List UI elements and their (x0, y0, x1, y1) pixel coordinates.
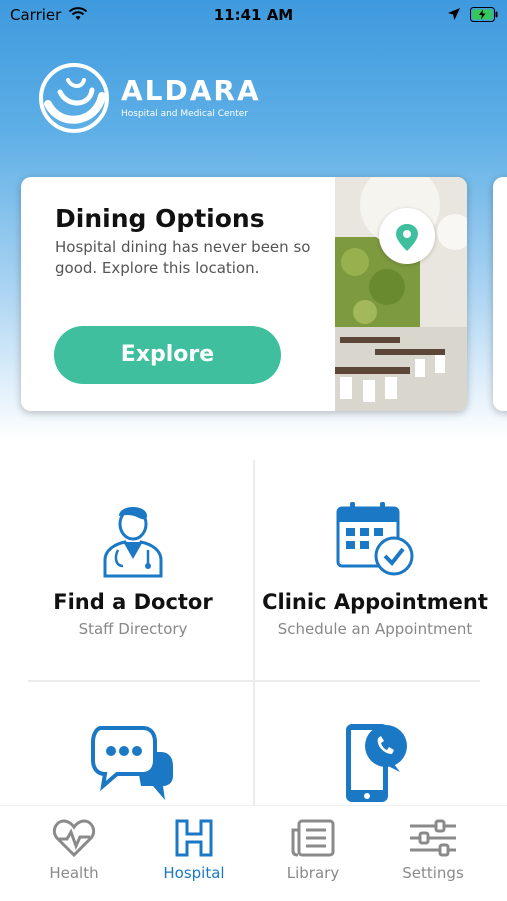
tile-title: Clinic Appointment (262, 590, 488, 614)
brand-subtitle: Hospital and Medical Center (121, 109, 249, 119)
tile-subtitle: Schedule an Appointment (277, 620, 473, 638)
tab-settings[interactable]: Settings (378, 818, 488, 882)
card-title: Dining Options (55, 204, 265, 233)
map-pin-badge[interactable] (379, 208, 435, 264)
chat-bubbles-icon (91, 726, 173, 800)
aldara-logo (38, 62, 110, 134)
card-description: Hospital dining has never been so good. … (55, 238, 311, 277)
tile-title: Find a Doctor (53, 590, 213, 614)
grid-divider-horizontal (28, 680, 480, 682)
tab-label: Hospital (163, 864, 225, 882)
sliders-icon (410, 819, 456, 857)
phone-call-icon (346, 724, 407, 802)
library-icon (291, 819, 335, 857)
heart-pulse-icon (52, 819, 96, 858)
clinic-appointment-tile[interactable]: Clinic Appointment Schedule an Appointme… (260, 498, 490, 638)
tab-label: Health (49, 864, 99, 882)
doctor-icon (103, 507, 163, 578)
hospital-h-icon (175, 819, 213, 857)
phone-tile[interactable] (260, 722, 490, 816)
chat-tile[interactable] (30, 722, 236, 814)
dining-options-card[interactable]: Dining Options Hospital dining has never… (21, 177, 467, 411)
tab-label: Settings (402, 864, 464, 882)
location-arrow-icon (447, 7, 461, 25)
status-bar: Carrier 11:41 AM (0, 0, 507, 32)
brand-name: ALDARA (121, 74, 261, 107)
tile-subtitle: Staff Directory (78, 620, 188, 638)
clock: 11:41 AM (213, 6, 294, 24)
calendar-check-icon (336, 502, 414, 576)
battery-charging-icon (470, 7, 498, 22)
tab-label: Library (286, 864, 340, 882)
tab-hospital[interactable]: Hospital (139, 818, 249, 882)
explore-button[interactable]: Explore (54, 326, 281, 384)
tab-bar: Health Hospital Library Settings (0, 805, 507, 901)
map-pin-icon (396, 224, 418, 251)
find-doctor-tile[interactable]: Find a Doctor Staff Directory (30, 498, 236, 638)
tab-library[interactable]: Library (258, 818, 368, 882)
next-card-peek[interactable] (493, 177, 507, 411)
grid-divider-vertical (253, 460, 255, 805)
tab-health[interactable]: Health (19, 818, 129, 882)
